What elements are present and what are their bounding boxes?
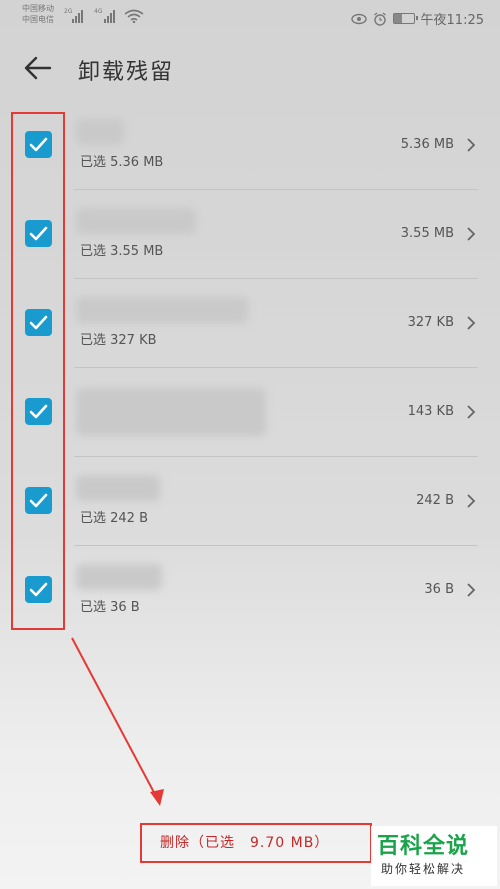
watermark-subtitle: 助你轻松解决 [381,862,466,876]
annotation-arrow-icon [71,637,164,806]
watermark-title: 百科全说 [377,834,470,859]
watermark-logo: 百科全说 助你轻松解决 [371,826,497,886]
delete-button[interactable]: 删除（已选 9.70 MB） [160,832,329,852]
